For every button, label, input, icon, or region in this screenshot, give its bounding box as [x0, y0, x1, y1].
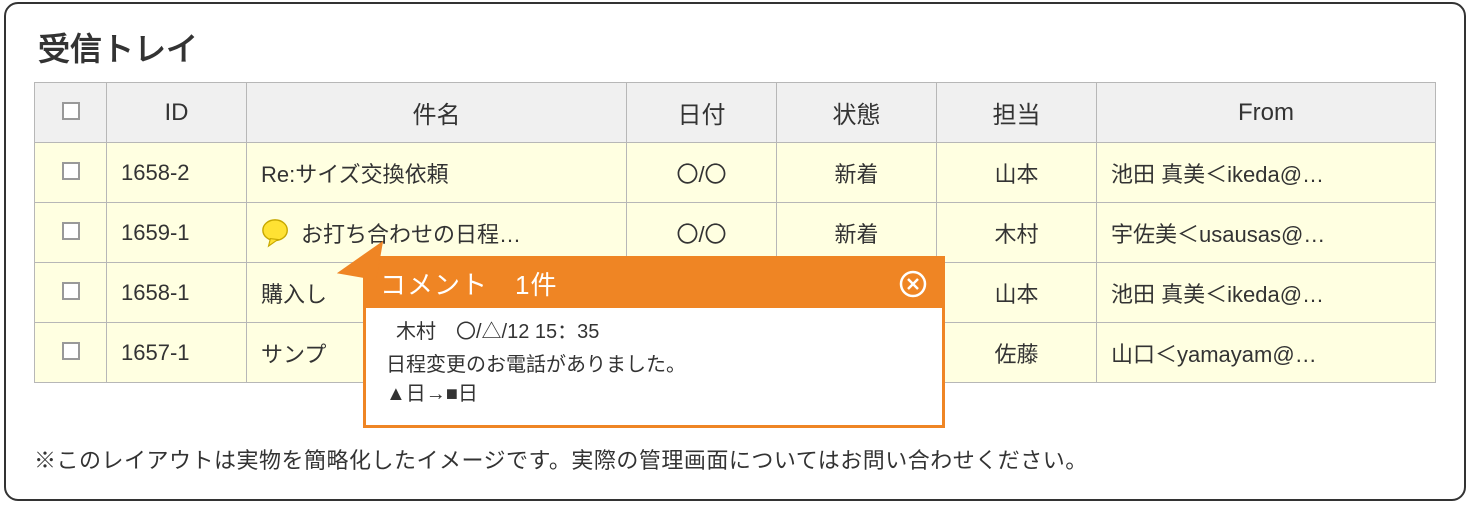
- checkbox-icon[interactable]: [62, 342, 80, 360]
- tooltip-body: 木村 〇/△/12 15：35 日程変更のお電話がありました。 ▲日→■日: [366, 308, 942, 425]
- row-checkbox[interactable]: [35, 263, 107, 323]
- cell-id: 1657-1: [107, 323, 247, 383]
- cell-assignee: 山本: [937, 263, 1097, 323]
- footnote: ※このレイアウトは実物を簡略化したイメージです。実際の管理画面についてはお問い合…: [34, 443, 1436, 475]
- cell-assignee: 佐藤: [937, 323, 1097, 383]
- cell-subject: お打ち合わせの日程…: [247, 203, 627, 263]
- row-checkbox[interactable]: [35, 143, 107, 203]
- cell-assignee: 木村: [937, 203, 1097, 263]
- cell-from: 山口＜yamayam@…: [1097, 323, 1436, 383]
- col-subject[interactable]: 件名: [247, 83, 627, 143]
- comment-bubble-icon[interactable]: [261, 218, 291, 248]
- tooltip-meta: 木村 〇/△/12 15：35: [396, 318, 922, 347]
- checkbox-icon[interactable]: [62, 162, 80, 180]
- col-from[interactable]: From: [1097, 83, 1436, 143]
- subject-text: サンプ: [261, 337, 326, 369]
- col-assignee[interactable]: 担当: [937, 83, 1097, 143]
- cell-id: 1658-2: [107, 143, 247, 203]
- cell-from: 池田 真美＜ikeda@…: [1097, 143, 1436, 203]
- col-status[interactable]: 状態: [777, 83, 937, 143]
- cell-id: 1658-1: [107, 263, 247, 323]
- cell-status: 新着: [777, 203, 937, 263]
- subject-text: 購入し: [261, 277, 327, 309]
- row-checkbox[interactable]: [35, 203, 107, 263]
- checkbox-icon[interactable]: [62, 222, 80, 240]
- table-row[interactable]: 1658-2 Re:サイズ交換依頼 〇/〇新着山本池田 真美＜ikeda@…: [35, 143, 1436, 203]
- table-header-row: ID 件名 日付 状態 担当 From: [35, 83, 1436, 143]
- cell-subject: Re:サイズ交換依頼: [247, 143, 627, 203]
- cell-from: 宇佐美＜usausas@…: [1097, 203, 1436, 263]
- checkbox-icon[interactable]: [62, 102, 80, 120]
- checkbox-icon[interactable]: [62, 282, 80, 300]
- inbox-panel: 受信トレイ ID 件名 日付 状態 担当 From 1658-2 Re:サイズ交換…: [4, 2, 1466, 501]
- close-icon[interactable]: [898, 269, 928, 299]
- comment-tooltip: コメント 1件 木村 〇/△/12 15：35 日程変更のお電話がありました。 …: [363, 256, 945, 428]
- cell-status: 新着: [777, 143, 937, 203]
- cell-id: 1659-1: [107, 203, 247, 263]
- cell-assignee: 山本: [937, 143, 1097, 203]
- cell-date: 〇/〇: [627, 143, 777, 203]
- page-title: 受信トレイ: [38, 24, 1436, 70]
- col-id[interactable]: ID: [107, 83, 247, 143]
- tooltip-header: コメント 1件: [366, 259, 942, 308]
- tooltip-message: 日程変更のお電話がありました。 ▲日→■日: [386, 351, 922, 409]
- select-all-header[interactable]: [35, 83, 107, 143]
- tooltip-title: コメント 1件: [380, 265, 557, 302]
- subject-text: Re:サイズ交換依頼: [261, 157, 449, 189]
- cell-from: 池田 真美＜ikeda@…: [1097, 263, 1436, 323]
- row-checkbox[interactable]: [35, 323, 107, 383]
- col-date[interactable]: 日付: [627, 83, 777, 143]
- tooltip-tail-icon: [337, 234, 383, 280]
- table-row[interactable]: 1659-1 お打ち合わせの日程… 〇/〇新着木村宇佐美＜usausas@…: [35, 203, 1436, 263]
- cell-date: 〇/〇: [627, 203, 777, 263]
- subject-text: お打ち合わせの日程…: [301, 217, 521, 249]
